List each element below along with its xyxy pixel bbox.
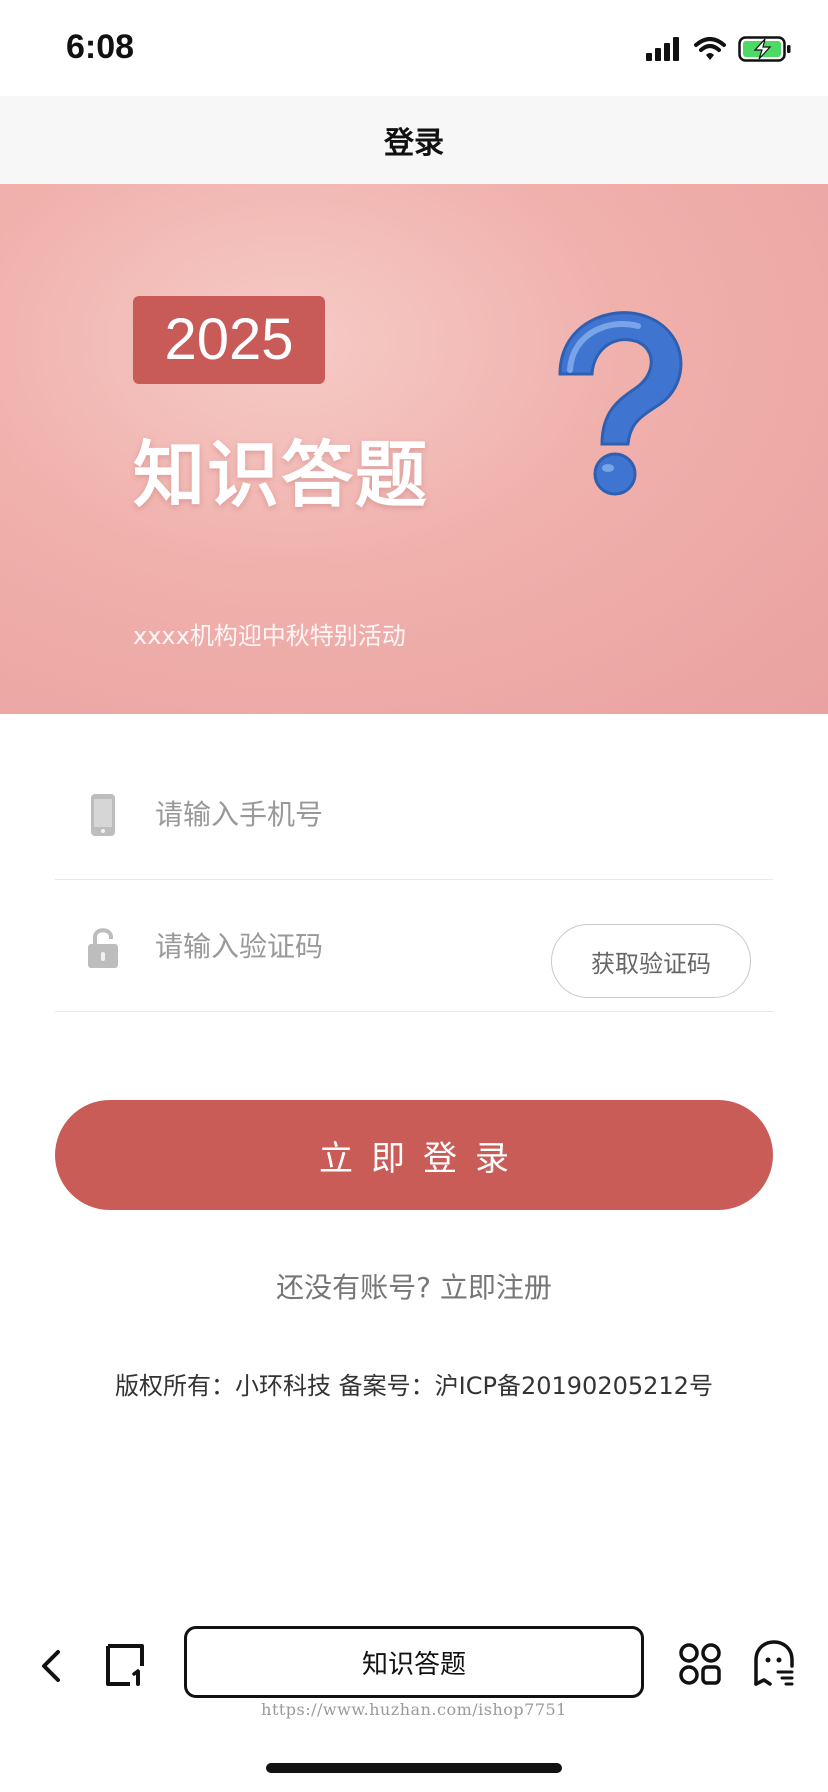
login-button[interactable]: 立即登录 [55, 1100, 773, 1210]
app-name-box[interactable]: 知识答题 [184, 1626, 644, 1698]
register-link[interactable]: 还没有账号? 立即注册 [0, 1266, 828, 1306]
app-name-label: 知识答题 [361, 1649, 466, 1680]
get-code-button[interactable]: 获取验证码 [551, 924, 751, 998]
status-icons [646, 34, 792, 64]
page-icon[interactable] [104, 1642, 150, 1688]
banner-title: 知识答题 [133, 433, 430, 517]
battery-charging-icon [738, 36, 791, 62]
wifi-icon [694, 37, 726, 60]
status-time: 6:08 [66, 28, 135, 66]
banner-subtitle: xxxx机构迎中秋特别活动 [133, 622, 406, 650]
page-title: 登录 [384, 126, 444, 161]
promo-banner: 2025 知识答题 xxxx机构迎中秋特别活动 [0, 184, 828, 714]
login-page: 6:08 登录 2025 知识答题 xxxx机构迎中秋特别活动 请输入手机号 请… [0, 0, 828, 1792]
phone-icon [91, 794, 115, 836]
nav-bar: 登录 [0, 96, 828, 184]
lock-icon [88, 928, 118, 968]
code-row: 获取验证码 [55, 880, 773, 1012]
back-icon[interactable] [34, 1646, 70, 1686]
question-mark-icon [558, 311, 683, 496]
code-input[interactable] [155, 918, 475, 974]
banner-year-badge: 2025 [133, 296, 325, 384]
status-bar: 6:08 [0, 0, 828, 96]
phone-row [55, 748, 773, 880]
signal-icon [646, 37, 679, 61]
phone-input[interactable] [155, 786, 555, 842]
url-watermark: https://www.huzhan.com/ishop7751 [261, 1700, 567, 1719]
home-indicator[interactable] [266, 1763, 562, 1773]
ghost-icon[interactable] [752, 1640, 796, 1688]
grid-icon[interactable] [678, 1642, 722, 1686]
copyright-text: 版权所有：小环科技 备案号：沪ICP备20190205212号 [115, 1372, 713, 1400]
